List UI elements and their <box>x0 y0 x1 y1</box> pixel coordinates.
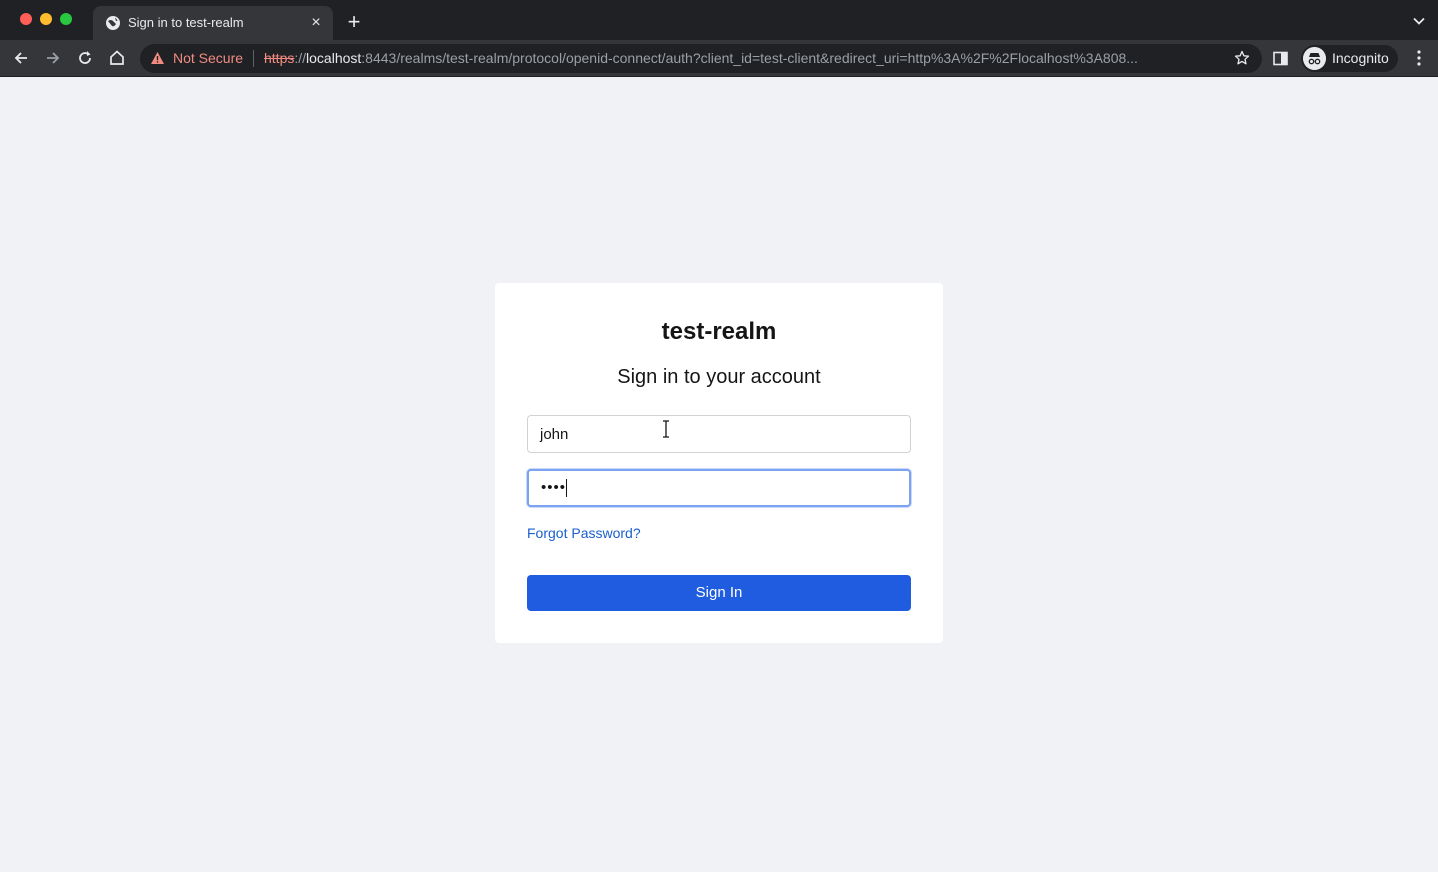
omnibox-divider <box>253 50 254 67</box>
window-minimize-button[interactable] <box>40 13 52 25</box>
side-panel-icon[interactable] <box>1273 51 1288 66</box>
profile-label: Incognito <box>1332 50 1389 66</box>
globe-icon <box>106 16 120 30</box>
security-status[interactable]: Not Secure <box>173 50 243 66</box>
sign-in-button[interactable]: Sign In <box>527 575 911 611</box>
forward-icon[interactable] <box>43 48 63 68</box>
home-icon[interactable] <box>107 48 127 68</box>
login-card: test-realm Sign in to your account john … <box>495 283 943 643</box>
warning-icon[interactable] <box>150 51 165 65</box>
text-cursor <box>566 479 567 497</box>
window-maximize-button[interactable] <box>60 13 72 25</box>
tab-strip: Sign in to test-realm × + <box>0 0 1438 40</box>
tab-title: Sign in to test-realm <box>128 15 244 30</box>
incognito-icon <box>1303 47 1326 70</box>
page-title: Sign in to your account <box>617 366 821 388</box>
password-value: •••• <box>541 479 567 496</box>
url-scheme: https <box>264 50 295 66</box>
username-value: john <box>540 426 569 443</box>
url-path: :8443/realms/test-realm/protocol/openid-… <box>361 50 1138 66</box>
forgot-password-link[interactable]: Forgot Password? <box>527 525 641 541</box>
star-icon[interactable] <box>1234 50 1250 66</box>
browser-toolbar: Not Secure https://localhost:8443/realms… <box>0 40 1438 77</box>
close-icon[interactable]: × <box>308 15 324 31</box>
url-text[interactable]: https://localhost:8443/realms/test-realm… <box>264 50 1216 66</box>
ibeam-cursor-icon <box>663 420 669 438</box>
window-close-button[interactable] <box>20 13 32 25</box>
realm-title: test-realm <box>661 318 777 345</box>
address-bar[interactable]: Not Secure https://localhost:8443/realms… <box>140 44 1262 73</box>
browser-tab[interactable]: Sign in to test-realm × <box>93 6 333 40</box>
reload-icon[interactable] <box>75 48 95 68</box>
profile-button[interactable]: Incognito <box>1301 45 1398 72</box>
more-icon[interactable] <box>1414 49 1424 67</box>
url-host: localhost <box>306 50 362 66</box>
back-icon[interactable] <box>11 48 31 68</box>
password-input[interactable]: •••• <box>527 469 911 507</box>
url-scheme-separator: :// <box>294 50 307 66</box>
chevron-down-icon[interactable] <box>1412 14 1426 28</box>
plus-icon[interactable]: + <box>343 11 365 34</box>
username-input[interactable]: john <box>527 415 911 453</box>
